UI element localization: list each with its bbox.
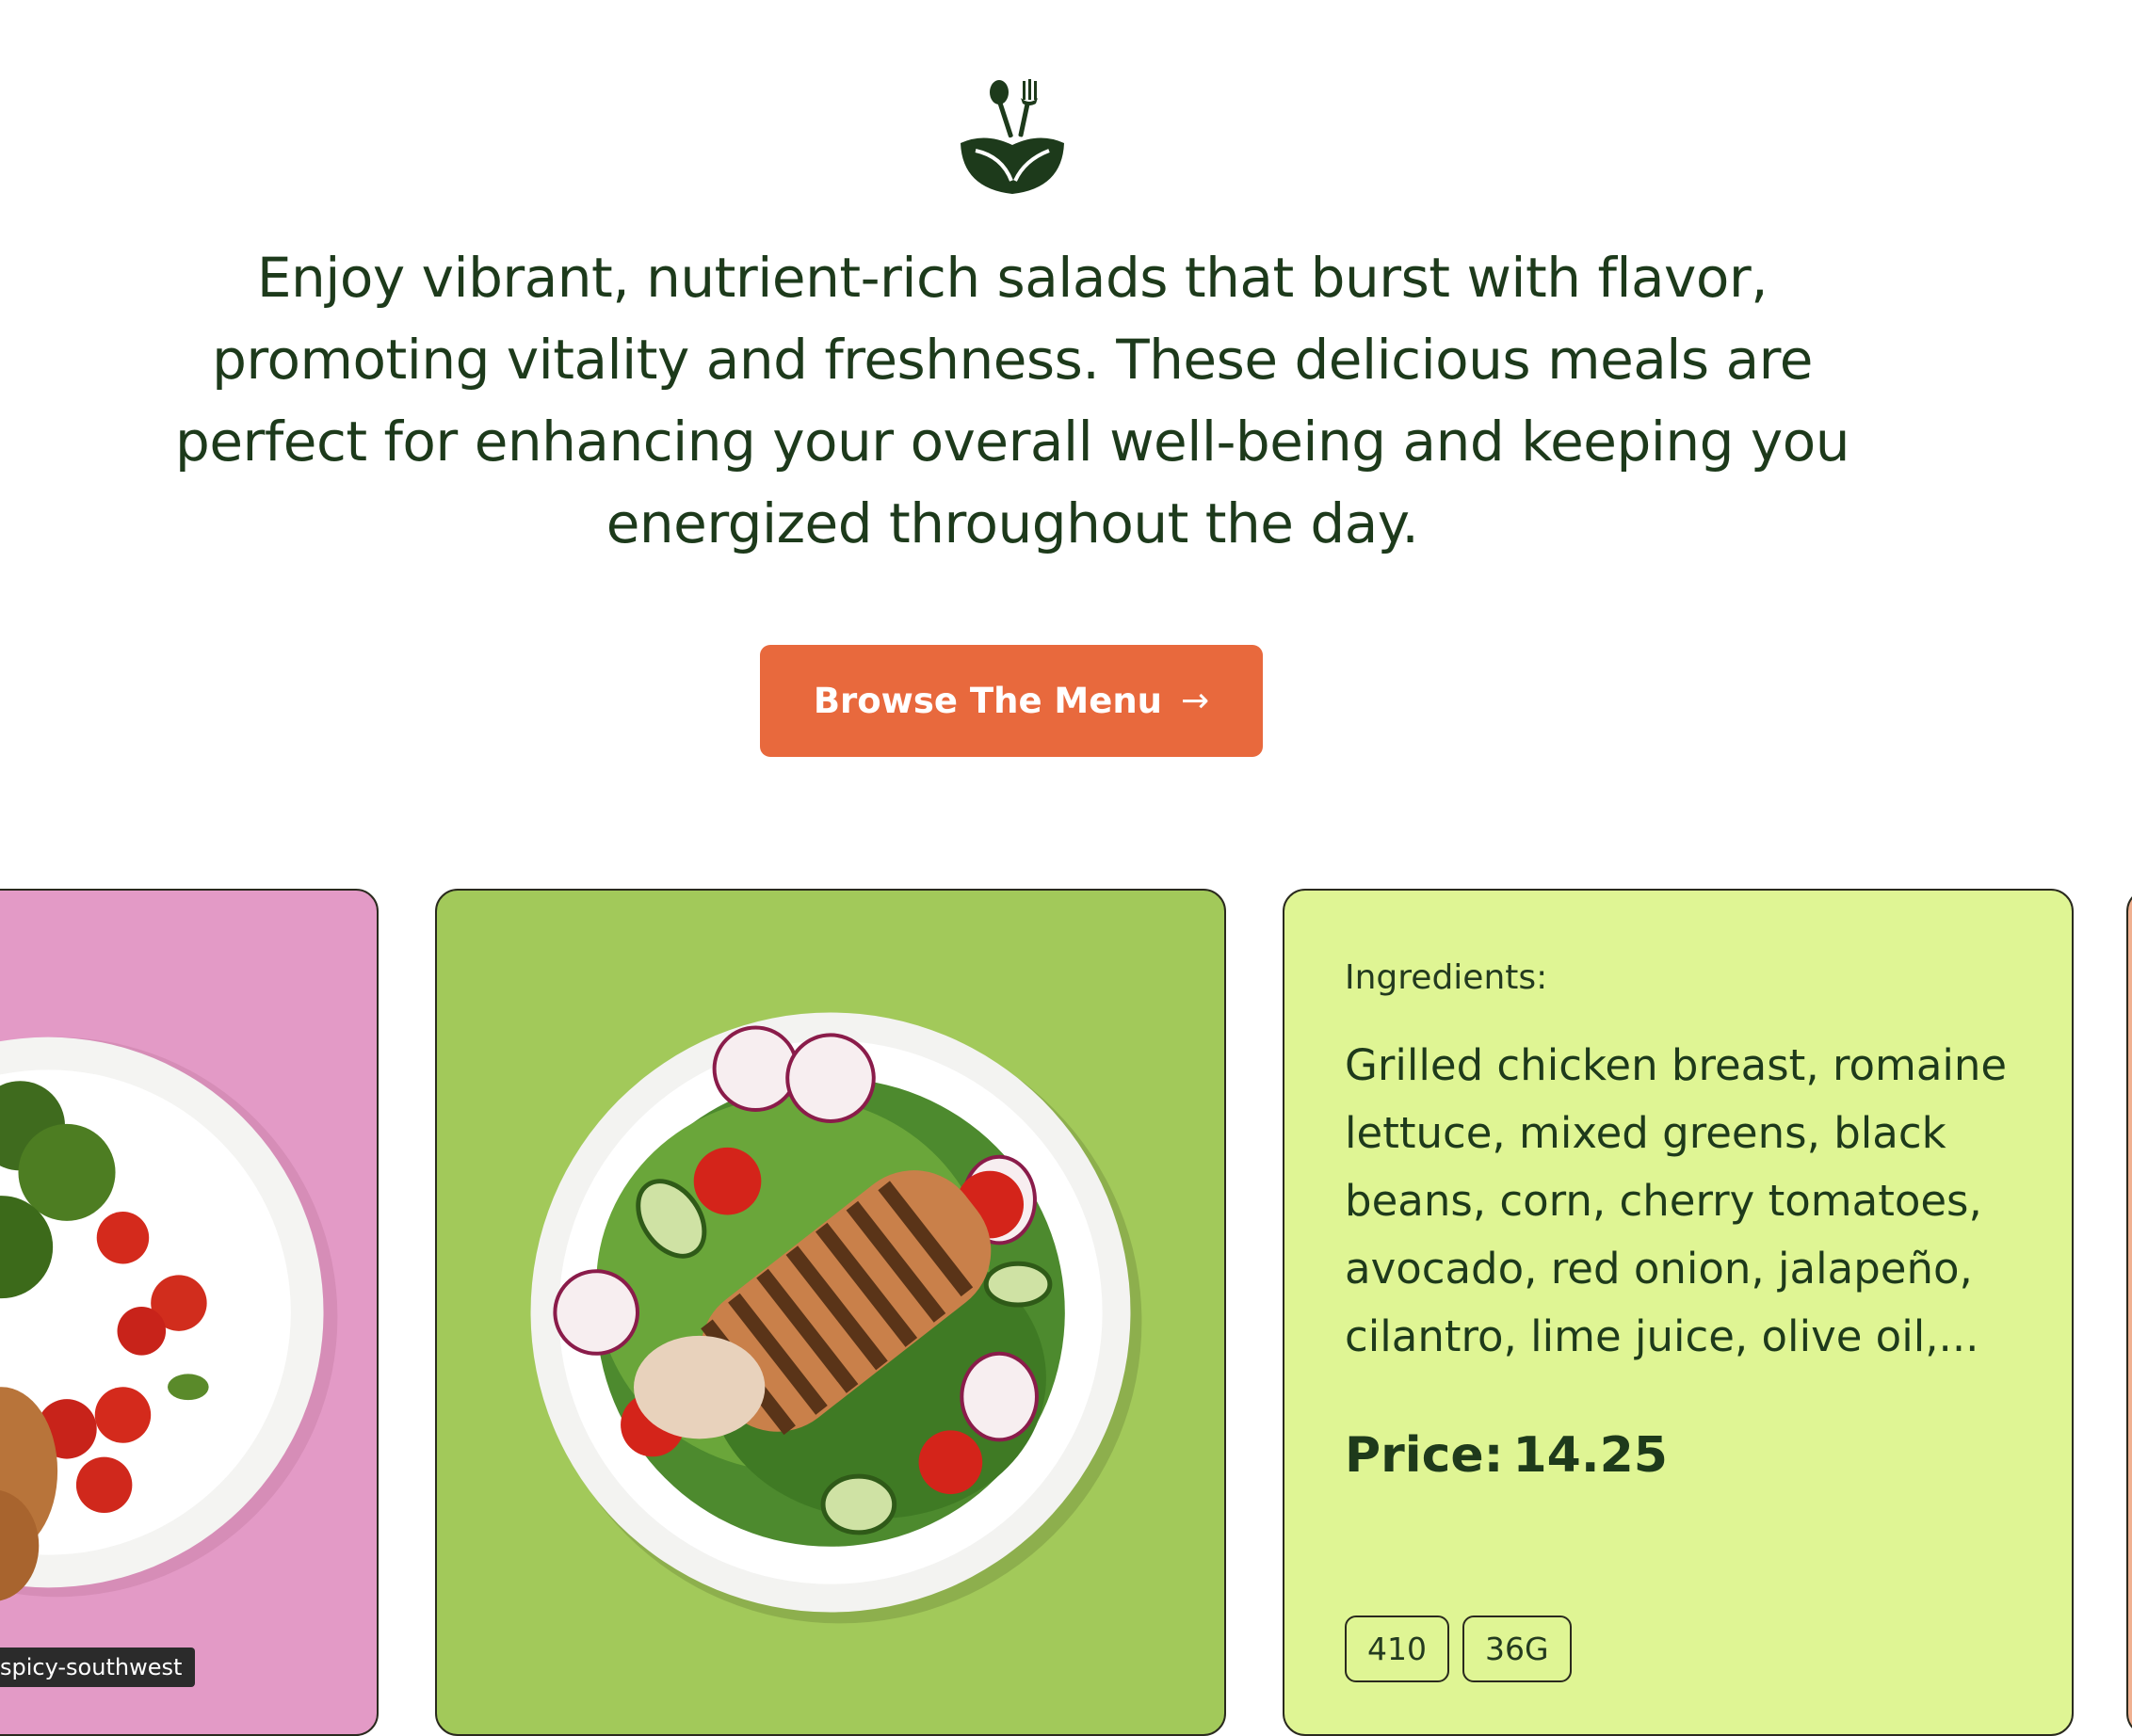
price-value: 14.25 bbox=[1512, 1427, 1668, 1484]
tooltip: spicy-southwest bbox=[0, 1648, 196, 1687]
protein-chip: 36G bbox=[1462, 1615, 1572, 1682]
price: Price: 14.25 bbox=[1345, 1427, 1668, 1484]
ingredients-text: Grilled chicken breast, romaine lettuce,… bbox=[1345, 1040, 2008, 1361]
calories-chip: 410 bbox=[1345, 1615, 1449, 1682]
bowl-with-spoon-fork-icon bbox=[961, 79, 1064, 194]
plate-grilled-chicken-salad-image bbox=[530, 1012, 1142, 1624]
menu-card-details[interactable]: Ingredients: Grilled chicken breast, rom… bbox=[1283, 889, 2074, 1736]
ingredients-label: Ingredients: bbox=[1345, 958, 1548, 997]
plate-broccoli-tomatoes-chicken-image bbox=[0, 1037, 338, 1601]
menu-card-grilled-chicken[interactable] bbox=[435, 889, 1226, 1736]
menu-card-spicy-southwest[interactable] bbox=[0, 889, 379, 1736]
hero-description: Enjoy vibrant, nutrient-rich salads that… bbox=[175, 246, 1849, 555]
menu-card-next[interactable] bbox=[2126, 889, 2132, 1736]
browse-menu-button[interactable]: Browse The Menu → bbox=[760, 645, 1263, 757]
arrow-right-icon: → bbox=[1181, 682, 1210, 720]
nutrition-chips: 410 36G bbox=[1345, 1615, 1572, 1682]
price-label: Price: bbox=[1345, 1427, 1504, 1484]
browse-menu-label: Browse The Menu bbox=[813, 681, 1163, 721]
